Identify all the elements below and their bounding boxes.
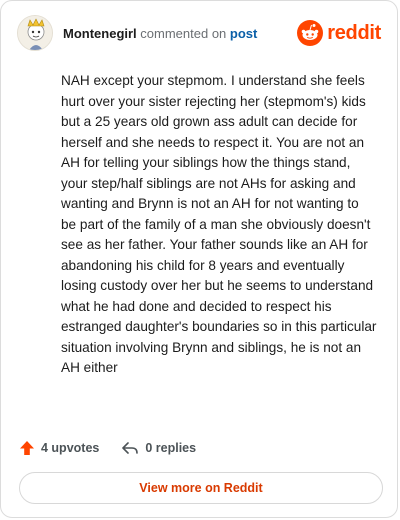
action-text: commented on (140, 26, 227, 41)
reddit-logo-icon (297, 20, 324, 46)
replies-action[interactable]: 0 replies (121, 440, 196, 456)
reply-count: 0 replies (145, 441, 197, 455)
upvote-count: 4 upvotes (41, 441, 100, 455)
comment-embed-card: Montenegirl commented on post reddit NAH… (0, 0, 398, 518)
upvote-arrow-icon (20, 441, 34, 455)
view-more-button[interactable]: View more on Reddit (19, 472, 383, 504)
avatar[interactable] (17, 15, 53, 51)
comment-actions: 4 upvotes 0 replies (19, 437, 196, 459)
upvote-action[interactable]: 4 upvotes (19, 440, 99, 456)
avatar-icon (18, 16, 52, 50)
reply-arrow-icon (122, 442, 139, 454)
post-link[interactable]: post (230, 26, 257, 41)
comment-header: Montenegirl commented on post reddit (17, 15, 381, 55)
comment-body: NAH except your stepmom. I understand sh… (61, 73, 377, 375)
comment-byline: Montenegirl commented on post (63, 26, 257, 41)
reddit-brand[interactable]: reddit (297, 19, 381, 47)
reddit-wordmark: reddit (327, 21, 381, 44)
username[interactable]: Montenegirl (63, 26, 137, 41)
